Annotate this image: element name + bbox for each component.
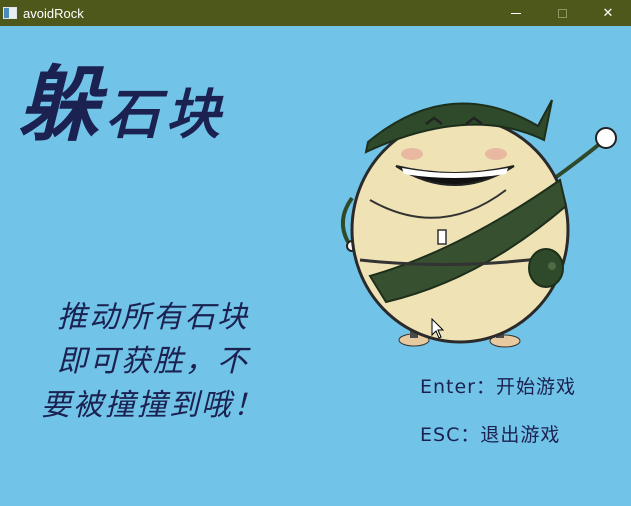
- close-icon: ✕: [602, 5, 614, 21]
- instruction-line: 即可获胜，不: [57, 344, 249, 379]
- maximize-button[interactable]: [539, 0, 585, 26]
- mouse-cursor-icon: [431, 318, 445, 339]
- game-title: 躲石块: [18, 64, 226, 146]
- close-button[interactable]: ✕: [585, 0, 631, 26]
- menu-exit-game[interactable]: ESC：退出游戏: [420, 420, 560, 447]
- game-instructions: 推动所有石块 即可获胜，不 要被撞撞到哦！: [28, 296, 278, 428]
- instruction-line: 推动所有石块: [57, 300, 249, 335]
- minimize-icon: [511, 12, 521, 14]
- minimize-button[interactable]: [493, 0, 539, 26]
- instruction-line: 要被撞撞到哦！: [41, 388, 265, 423]
- title-bar[interactable]: avoidRock ✕: [0, 0, 631, 26]
- window-title: avoidRock: [23, 5, 84, 21]
- game-title-first-char: 躲: [18, 57, 106, 153]
- egg-mascot-icon: [340, 99, 617, 348]
- game-window: avoidRock ✕ 躲石块 推动所有石块 即可获胜，不 要被撞撞到哦！ En…: [0, 0, 631, 506]
- window-controls: ✕: [493, 0, 631, 26]
- app-icon: [3, 7, 17, 19]
- game-title-rest: 石块: [106, 82, 226, 146]
- maximize-icon: [557, 8, 567, 18]
- menu-start-game[interactable]: Enter：开始游戏: [420, 372, 576, 399]
